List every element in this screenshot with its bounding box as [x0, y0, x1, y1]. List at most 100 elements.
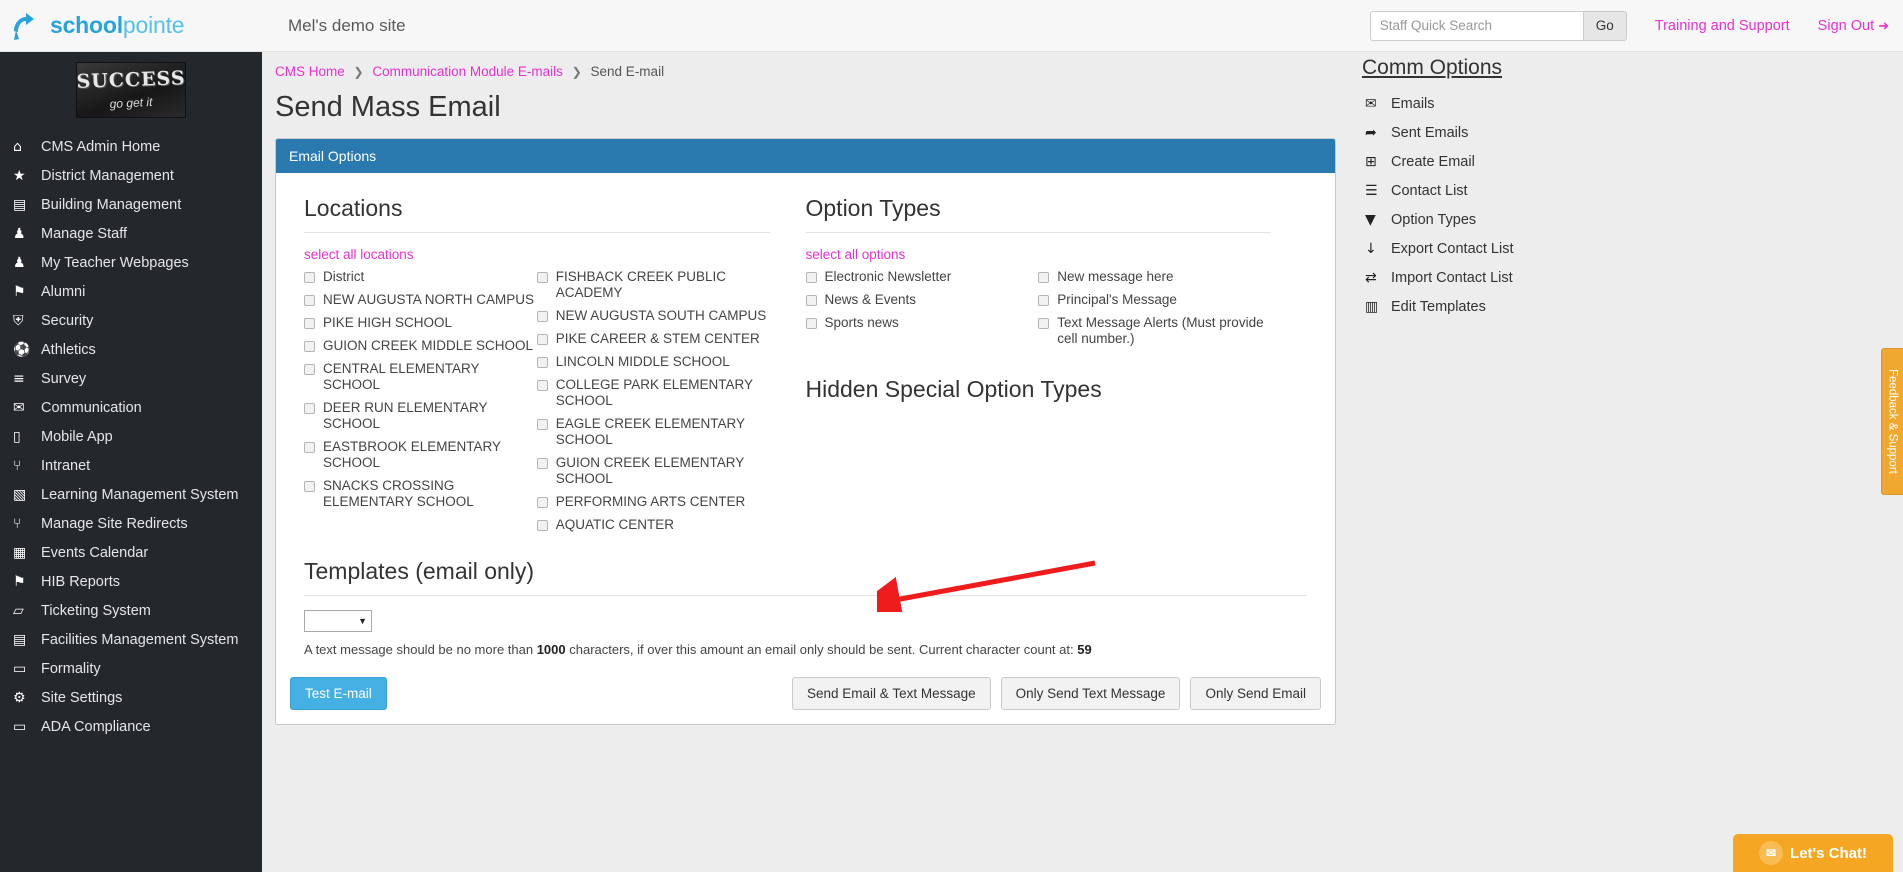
location-checkbox-row[interactable]: GUION CREEK MIDDLE SCHOOL	[304, 338, 537, 354]
brand-logo[interactable]: schoolpointe	[0, 11, 262, 41]
checkbox-icon[interactable]	[537, 419, 548, 430]
comm-options-item-contact-list[interactable]: ☰Contact List	[1343, 176, 1903, 205]
breadcrumb-separator-2: ❯	[572, 65, 582, 79]
select-all-locations-link[interactable]: select all locations	[304, 247, 770, 262]
checkbox-icon[interactable]	[537, 311, 548, 322]
sidebar-item-ada-compliance[interactable]: ▭ADA Compliance	[0, 712, 262, 741]
send-email-and-text-button[interactable]: Send Email & Text Message	[792, 677, 991, 710]
checkbox-icon[interactable]	[537, 497, 548, 508]
option-type-checkbox-row[interactable]: New message here	[1038, 269, 1271, 285]
checkbox-icon[interactable]	[806, 295, 817, 306]
location-checkbox-row[interactable]: LINCOLN MIDDLE SCHOOL	[537, 354, 770, 370]
checkbox-icon[interactable]	[537, 380, 548, 391]
checkbox-icon[interactable]	[304, 442, 315, 453]
location-checkbox-row[interactable]: DEER RUN ELEMENTARY SCHOOL	[304, 400, 537, 432]
location-checkbox-row[interactable]: PIKE CAREER & STEM CENTER	[537, 331, 770, 347]
only-send-email-button[interactable]: Only Send Email	[1190, 677, 1321, 710]
feedback-support-tab[interactable]: Feedback & Support	[1881, 348, 1903, 495]
training-support-link[interactable]: Training and Support	[1655, 18, 1790, 34]
checkbox-icon[interactable]	[806, 272, 817, 283]
comm-options-item-edit-templates[interactable]: ▥Edit Templates	[1343, 292, 1903, 321]
location-checkbox-label: DEER RUN ELEMENTARY SCHOOL	[323, 400, 537, 432]
select-all-options-link[interactable]: select all options	[806, 247, 1272, 262]
breadcrumb-item-cms-home[interactable]: CMS Home	[275, 64, 345, 79]
location-checkbox-row[interactable]: NEW AUGUSTA NORTH CAMPUS	[304, 292, 537, 308]
location-checkbox-label: District	[323, 269, 364, 285]
sidebar-item-my-teacher-webpages[interactable]: ♟My Teacher Webpages	[0, 248, 262, 277]
comm-options-item-export-contact-list[interactable]: ↓Export Contact List	[1343, 234, 1903, 263]
checkbox-icon[interactable]	[537, 272, 548, 283]
comm-options-item-import-contact-list[interactable]: ⇄Import Contact List	[1343, 263, 1903, 292]
checkbox-icon[interactable]	[304, 481, 315, 492]
location-checkbox-row[interactable]: SNACKS CROSSING ELEMENTARY SCHOOL	[304, 478, 537, 510]
search-input[interactable]	[1370, 11, 1583, 41]
sidebar-item-manage-staff[interactable]: ♟Manage Staff	[0, 219, 262, 248]
comm-options-item-sent-emails[interactable]: ➦Sent Emails	[1343, 118, 1903, 147]
lets-chat-widget[interactable]: ✉ Let's Chat!	[1733, 834, 1893, 872]
sidebar-item-alumni[interactable]: ⚑Alumni	[0, 277, 262, 306]
breadcrumb-item-communication-module-emails[interactable]: Communication Module E-mails	[372, 64, 563, 79]
comm-options-item-option-types[interactable]: ▼Option Types	[1343, 205, 1903, 234]
checkbox-icon[interactable]	[304, 403, 315, 414]
hidden-special-option-types-title: Hidden Special Option Types	[806, 376, 1272, 403]
location-checkbox-row[interactable]: FISHBACK CREEK PUBLIC ACADEMY	[537, 269, 770, 301]
sign-out-link[interactable]: Sign Out➜	[1818, 18, 1889, 34]
checkbox-icon[interactable]	[304, 272, 315, 283]
checkbox-icon[interactable]	[537, 520, 548, 531]
checkbox-icon[interactable]	[537, 458, 548, 469]
search-go-button[interactable]: Go	[1583, 11, 1627, 41]
location-checkbox-row[interactable]: EAGLE CREEK ELEMENTARY SCHOOL	[537, 416, 770, 448]
sidebar-item-site-settings[interactable]: ⚙Site Settings	[0, 683, 262, 712]
sidebar-item-formality[interactable]: ▭Formality	[0, 654, 262, 683]
sidebar-item-security[interactable]: ⛨Security	[0, 306, 262, 335]
breadcrumb: CMS Home ❯ Communication Module E-mails …	[262, 52, 1343, 79]
checkbox-icon[interactable]	[1038, 272, 1049, 283]
template-select[interactable]	[304, 610, 372, 632]
checkbox-icon[interactable]	[537, 334, 548, 345]
option-type-checkbox-row[interactable]: Electronic Newsletter	[806, 269, 1039, 285]
sidebar-item-ticketing-system[interactable]: ▱Ticketing System	[0, 596, 262, 625]
checkbox-icon[interactable]	[1038, 295, 1049, 306]
sidebar-item-hib-reports[interactable]: ⚑HIB Reports	[0, 567, 262, 596]
only-send-text-button[interactable]: Only Send Text Message	[1001, 677, 1181, 710]
test-email-button[interactable]: Test E-mail	[290, 677, 387, 710]
sidebar-item-survey[interactable]: ≡Survey	[0, 364, 262, 393]
download-icon: ↓	[1365, 241, 1391, 257]
sidebar-item-intranet[interactable]: ⑂Intranet	[0, 451, 262, 480]
sidebar-item-events-calendar[interactable]: ▦Events Calendar	[0, 538, 262, 567]
location-checkbox-row[interactable]: District	[304, 269, 537, 285]
location-checkbox-row[interactable]: GUION CREEK ELEMENTARY SCHOOL	[537, 455, 770, 487]
checkbox-icon[interactable]	[304, 295, 315, 306]
sidebar-item-district-management[interactable]: ★District Management	[0, 161, 262, 190]
location-checkbox-label: AQUATIC CENTER	[556, 517, 674, 533]
comm-options-item-create-email[interactable]: ⊞Create Email	[1343, 147, 1903, 176]
sidebar-item-learning-management-system[interactable]: ▧Learning Management System	[0, 480, 262, 509]
checkbox-icon[interactable]	[304, 318, 315, 329]
checkbox-icon[interactable]	[537, 357, 548, 368]
option-type-checkbox-row[interactable]: News & Events	[806, 292, 1039, 308]
sidebar-item-communication[interactable]: ✉Communication	[0, 393, 262, 422]
location-checkbox-row[interactable]: AQUATIC CENTER	[537, 517, 770, 533]
option-type-checkbox-row[interactable]: Principal's Message	[1038, 292, 1271, 308]
comm-options-item-emails[interactable]: ✉Emails	[1343, 89, 1903, 118]
location-checkbox-row[interactable]: EASTBROOK ELEMENTARY SCHOOL	[304, 439, 537, 471]
checkbox-icon[interactable]	[806, 318, 817, 329]
locations-divider	[304, 232, 770, 233]
location-checkbox-label: COLLEGE PARK ELEMENTARY SCHOOL	[556, 377, 770, 409]
checkbox-icon[interactable]	[1038, 318, 1049, 329]
option-type-checkbox-row[interactable]: Text Message Alerts (Must provide cell n…	[1038, 315, 1271, 347]
location-checkbox-row[interactable]: PIKE HIGH SCHOOL	[304, 315, 537, 331]
checkbox-icon[interactable]	[304, 341, 315, 352]
location-checkbox-row[interactable]: PERFORMING ARTS CENTER	[537, 494, 770, 510]
location-checkbox-row[interactable]: CENTRAL ELEMENTARY SCHOOL	[304, 361, 537, 393]
sidebar-item-cms-admin-home[interactable]: ⌂CMS Admin Home	[0, 132, 262, 161]
sidebar-item-building-management[interactable]: ▤Building Management	[0, 190, 262, 219]
sidebar-item-athletics[interactable]: ⚽Athletics	[0, 335, 262, 364]
sidebar-item-manage-site-redirects[interactable]: ⑂Manage Site Redirects	[0, 509, 262, 538]
option-type-checkbox-row[interactable]: Sports news	[806, 315, 1039, 331]
location-checkbox-row[interactable]: NEW AUGUSTA SOUTH CAMPUS	[537, 308, 770, 324]
checkbox-icon[interactable]	[304, 364, 315, 375]
sidebar-item-mobile-app[interactable]: ▯Mobile App	[0, 422, 262, 451]
sidebar-item-facilities-management-system[interactable]: ▤Facilities Management System	[0, 625, 262, 654]
location-checkbox-row[interactable]: COLLEGE PARK ELEMENTARY SCHOOL	[537, 377, 770, 409]
